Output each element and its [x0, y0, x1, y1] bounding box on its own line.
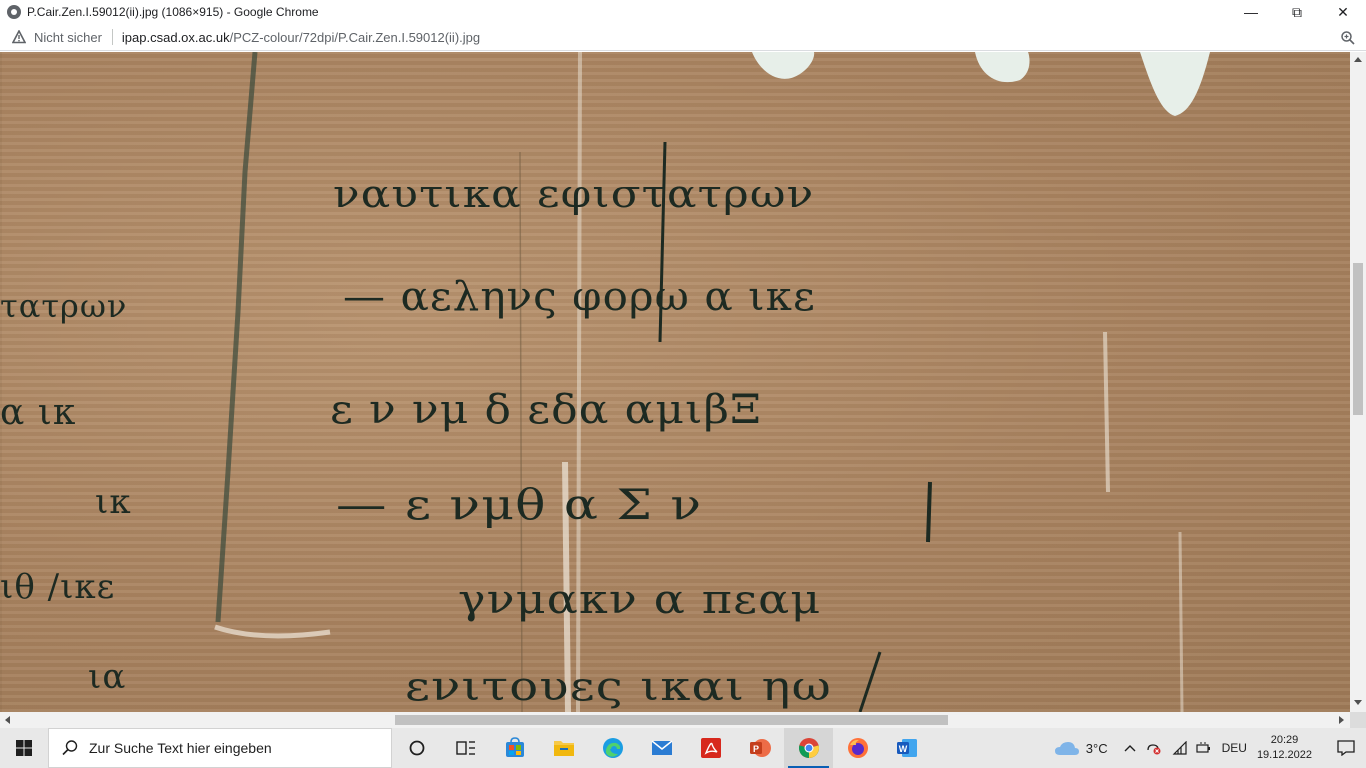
scroll-left-arrow-icon[interactable]	[5, 716, 10, 724]
file-explorer-button[interactable]	[539, 728, 588, 768]
firefox-icon	[847, 738, 868, 758]
mail-button[interactable]	[637, 728, 686, 768]
url-text[interactable]: ipap.csad.ox.ac.uk/PCZ-colour/72dpi/P.Ca…	[122, 30, 480, 45]
chrome-button[interactable]	[784, 728, 833, 768]
url-path: /PCZ-colour/72dpi/P.Cair.Zen.I.59012(ii)…	[229, 29, 481, 45]
word-icon: W	[896, 739, 917, 757]
cloud-icon	[1054, 742, 1079, 755]
image-viewport[interactable]: ναυτικα εφιστατρων — αεληνς φορω α ικε ε…	[0, 52, 1350, 712]
papyrus-left-4: ιθ /ικε	[0, 567, 116, 607]
window-title: P.Cair.Zen.I.59012(ii).jpg (1086×915) - …	[27, 5, 319, 19]
task-view-icon	[455, 741, 475, 755]
papyrus-line-2: — αεληνς φορω α ικε	[343, 274, 816, 320]
address-separator	[111, 29, 113, 45]
power-icon[interactable]	[1195, 741, 1212, 755]
vertical-scroll-thumb[interactable]	[1353, 263, 1363, 415]
url-domain: ipap.csad.ox.ac.uk	[121, 29, 230, 45]
mail-icon	[651, 740, 672, 755]
papyrus-line-3: ε ν νμ δ εδα αμιβΞ	[330, 387, 763, 433]
svg-text:P: P	[752, 744, 758, 754]
search-placeholder: Zur Suche Text hier eingeben	[89, 740, 272, 756]
store-icon	[505, 737, 524, 757]
task-view-button[interactable]	[441, 728, 490, 768]
scroll-down-arrow-icon[interactable]	[1354, 700, 1362, 705]
screen: P.Cair.Zen.I.59012(ii).jpg (1086×915) - …	[0, 0, 1366, 768]
network-icon[interactable]	[1172, 741, 1188, 755]
chevron-up-icon	[1124, 745, 1136, 752]
papyrus-left-3: ικ	[95, 482, 132, 522]
zoom-icon[interactable]	[1340, 30, 1356, 46]
word-button[interactable]: W	[882, 728, 931, 768]
powerpoint-button[interactable]: P	[735, 728, 784, 768]
security-label[interactable]: Nicht sicher	[34, 30, 102, 45]
folder-icon	[553, 741, 574, 756]
store-button[interactable]	[490, 728, 539, 768]
papyrus-left-5: ια	[88, 657, 127, 697]
papyrus-line-6: ενιτουες ικαι ηω	[405, 664, 832, 710]
powerpoint-icon: P	[749, 739, 771, 757]
show-hidden-icons-button[interactable]	[1124, 744, 1136, 752]
warning-icon[interactable]	[12, 30, 26, 44]
clock-time: 20:29	[1270, 734, 1299, 746]
title-bar: P.Cair.Zen.I.59012(ii).jpg (1086×915) - …	[0, 0, 1366, 24]
papyrus-left-2: α ικ	[0, 392, 77, 433]
chrome-icon	[798, 738, 819, 759]
notification-icon	[1337, 740, 1355, 756]
papyrus-left-1: τατρων	[0, 287, 128, 325]
papyrus-line-5: γνμακν α πεαμ	[458, 577, 822, 623]
horizontal-scrollbar[interactable]	[0, 712, 1350, 728]
scroll-right-arrow-icon[interactable]	[1339, 716, 1344, 724]
edge-icon	[602, 738, 623, 758]
start-button[interactable]	[0, 728, 48, 768]
notifications-button[interactable]	[1326, 728, 1366, 768]
sync-status-icon[interactable]	[1146, 741, 1162, 755]
search-icon	[62, 740, 78, 756]
vertical-scrollbar[interactable]	[1350, 52, 1366, 712]
minimize-button[interactable]: —	[1228, 0, 1274, 24]
scroll-up-arrow-icon[interactable]	[1354, 57, 1362, 62]
taskbar-search-box[interactable]: Zur Suche Text hier eingeben	[48, 728, 392, 768]
papyrus-line-4: — ε νμθ α Σ ν	[336, 480, 703, 529]
weather-temperature: 3°C	[1085, 740, 1108, 756]
edge-button[interactable]	[588, 728, 637, 768]
clock[interactable]: 20:29 19.12.2022	[1257, 733, 1312, 763]
close-button[interactable]: ✕	[1320, 0, 1366, 24]
cortana-icon	[409, 740, 424, 756]
input-language[interactable]: DEU	[1222, 741, 1247, 755]
system-tray: 3°C DEU 20:29 19.12.2022	[1054, 728, 1366, 768]
acrobat-button[interactable]	[686, 728, 735, 768]
svg-text:W: W	[898, 744, 907, 754]
scrollbar-corner	[1350, 712, 1366, 728]
horizontal-scroll-thumb[interactable]	[395, 715, 948, 725]
address-bar[interactable]: Nicht sicher ipap.csad.ox.ac.uk/PCZ-colo…	[0, 24, 1366, 51]
weather-widget[interactable]: 3°C	[1054, 740, 1108, 756]
clock-date: 19.12.2022	[1256, 749, 1312, 761]
cortana-button[interactable]	[392, 728, 441, 768]
chrome-favicon-icon	[7, 5, 21, 19]
windows-logo-icon	[16, 740, 32, 756]
papyrus-line-1: ναυτικα εφιστατρων	[333, 172, 815, 216]
taskbar: Zur Suche Text hier eingeben P W 3°C DEU…	[0, 728, 1366, 768]
firefox-button[interactable]	[833, 728, 882, 768]
acrobat-icon	[700, 738, 721, 758]
restore-button[interactable]: ⧉	[1274, 0, 1320, 24]
